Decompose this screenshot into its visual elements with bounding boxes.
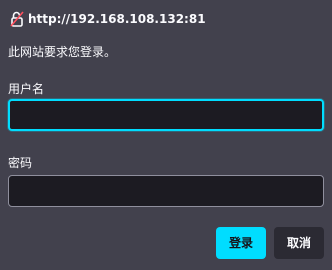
password-input[interactable]: [8, 175, 324, 207]
site-origin: http://192.168.108.132:81: [28, 12, 206, 26]
unlocked-padlock-icon: [10, 11, 24, 27]
password-label: 密码: [8, 156, 33, 170]
login-prompt-message: 此网站要求您登录。: [8, 45, 117, 59]
login-button[interactable]: 登录: [216, 227, 266, 259]
auth-dialog: http://192.168.108.132:81 此网站要求您登录。 用户名 …: [0, 0, 332, 270]
username-label: 用户名: [8, 82, 45, 96]
username-input[interactable]: [8, 99, 324, 131]
dialog-header: http://192.168.108.132:81: [10, 10, 206, 28]
cancel-button[interactable]: 取消: [274, 227, 324, 259]
